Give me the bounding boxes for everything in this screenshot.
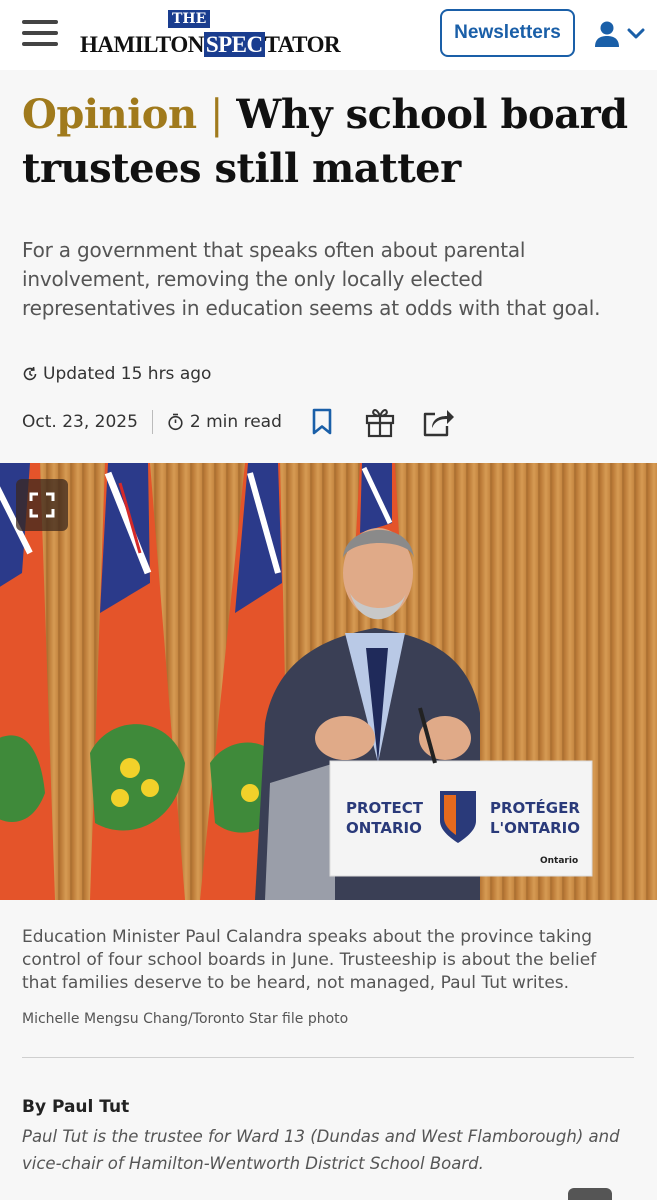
kicker-separator: | (209, 92, 223, 138)
sign-text-protect: PROTECT (346, 799, 424, 817)
site-logo[interactable]: THE HAMILTONSPECTATOR (80, 10, 341, 60)
section-kicker[interactable]: Opinion (22, 91, 197, 138)
chevron-down-icon (627, 28, 645, 39)
bookmark-button[interactable] (304, 404, 340, 440)
article-photo[interactable]: PROTECT ONTARIO PROTÉGER L'ONTARIO Ontar… (0, 463, 657, 900)
clock-refresh-icon (23, 366, 37, 381)
menu-icon[interactable] (22, 20, 58, 48)
gift-icon (365, 409, 394, 438)
updated-text: Updated 15 hrs ago (43, 364, 212, 384)
sign-text-lontario: L'ONTARIO (490, 819, 580, 837)
share-icon (423, 410, 454, 437)
bookmark-icon (312, 408, 332, 435)
article-headline: Opinion | Why school board trustees stil… (22, 88, 637, 195)
sign-text-proteger: PROTÉGER (490, 798, 580, 817)
timer-icon (168, 413, 183, 431)
floating-tab[interactable] (568, 1188, 612, 1200)
logo-the: THE (168, 10, 211, 28)
updated-timestamp: Updated 15 hrs ago (22, 364, 211, 384)
author-bio: Paul Tut is the trustee for Ward 13 (Dun… (22, 1127, 620, 1173)
sign-text-ontario: ONTARIO (346, 819, 422, 837)
share-button[interactable] (420, 404, 456, 440)
expand-icon (29, 492, 55, 518)
user-icon (595, 21, 619, 47)
account-menu[interactable] (593, 18, 649, 50)
article-dek: For a government that speaks often about… (22, 238, 601, 320)
read-time: 2 min read (167, 412, 282, 432)
read-time-text: 2 min read (189, 412, 282, 432)
logo-wordmark: HAMILTONSPECTATOR (80, 32, 341, 57)
gift-article-button[interactable] (362, 404, 398, 440)
photo-caption: Education Minister Paul Calandra speaks … (22, 927, 597, 993)
author-byline[interactable]: By Paul Tut (22, 1097, 129, 1117)
newsletters-button[interactable]: Newsletters (440, 9, 575, 57)
photo-illustration: PROTECT ONTARIO PROTÉGER L'ONTARIO Ontar… (0, 463, 657, 900)
sign-text-ontario-small: Ontario (540, 856, 578, 866)
expand-photo-button[interactable] (16, 479, 68, 531)
photo-credit: Michelle Mengsu Chang/Toronto Star file … (22, 1011, 349, 1027)
publish-date: Oct. 23, 2025 (22, 410, 153, 434)
section-divider (22, 1057, 634, 1058)
article-meta: Oct. 23, 2025 2 min read (22, 402, 456, 442)
site-header: THE HAMILTONSPECTATOR Newsletters (0, 0, 657, 70)
